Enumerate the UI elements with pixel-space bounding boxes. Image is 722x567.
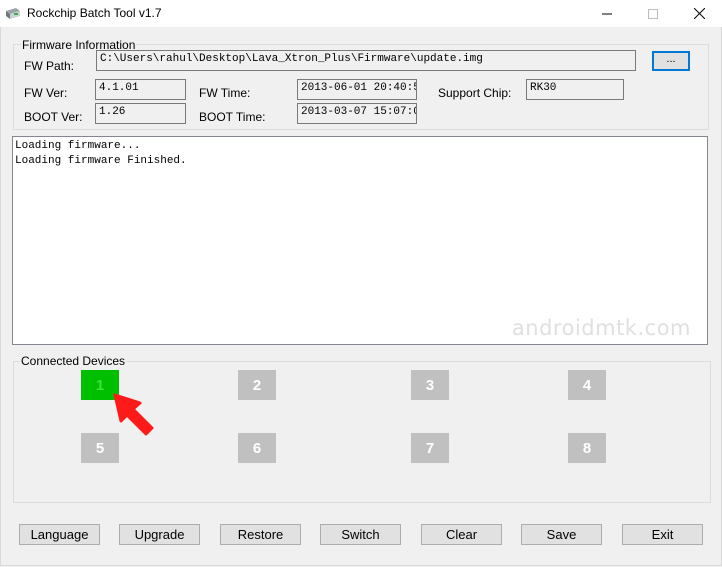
log-line: Loading firmware... xyxy=(15,140,141,152)
maximize-icon xyxy=(648,8,658,19)
device-slot-6[interactable]: 6 xyxy=(238,433,276,463)
log-line: Loading firmware Finished. xyxy=(15,155,187,167)
clear-button[interactable]: Clear xyxy=(421,524,502,545)
fw-path-label: FW Path: xyxy=(24,59,75,73)
save-button[interactable]: Save xyxy=(521,524,602,545)
title-bar: Rockchip Batch Tool v1.7 xyxy=(0,0,722,27)
fw-path-field[interactable]: C:\Users\rahul\Desktop\Lava_Xtron_Plus\F… xyxy=(96,50,636,71)
device-slot-7[interactable]: 7 xyxy=(411,433,449,463)
language-button[interactable]: Language xyxy=(19,524,100,545)
minimize-icon xyxy=(602,13,612,14)
support-chip-field[interactable]: RK30 xyxy=(526,79,624,100)
boot-time-label: BOOT Time: xyxy=(199,110,266,124)
minimize-button[interactable] xyxy=(584,0,630,27)
close-icon xyxy=(693,8,705,19)
exit-button[interactable]: Exit xyxy=(622,524,703,545)
app-icon xyxy=(6,8,20,19)
device-slot-3[interactable]: 3 xyxy=(411,370,449,400)
red-arrow-annotation-icon xyxy=(113,393,154,436)
fw-ver-field[interactable]: 4.1.01 xyxy=(95,79,186,100)
connected-devices-label: Connected Devices xyxy=(20,354,127,368)
upgrade-button[interactable]: Upgrade xyxy=(119,524,200,545)
maximize-button[interactable] xyxy=(630,0,676,27)
boot-ver-label: BOOT Ver: xyxy=(24,110,83,124)
device-slot-2[interactable]: 2 xyxy=(238,370,276,400)
log-output[interactable]: Loading firmware... Loading firmware Fin… xyxy=(12,136,708,345)
device-slot-8[interactable]: 8 xyxy=(568,433,606,463)
fw-time-field[interactable]: 2013-06-01 20:40:56 xyxy=(297,79,417,100)
watermark: androidmtk.com xyxy=(511,316,691,340)
browse-button[interactable]: ... xyxy=(652,51,690,71)
boot-ver-field[interactable]: 1.26 xyxy=(95,103,186,124)
window-title: Rockchip Batch Tool v1.7 xyxy=(27,6,162,20)
close-button[interactable] xyxy=(676,0,722,27)
fw-ver-label: FW Ver: xyxy=(24,86,68,100)
support-chip-label: Support Chip: xyxy=(438,86,512,100)
boot-time-field[interactable]: 2013-03-07 15:07:08 xyxy=(297,103,417,124)
device-slot-4[interactable]: 4 xyxy=(568,370,606,400)
fw-time-label: FW Time: xyxy=(199,86,251,100)
switch-button[interactable]: Switch xyxy=(320,524,401,545)
restore-button[interactable]: Restore xyxy=(220,524,301,545)
